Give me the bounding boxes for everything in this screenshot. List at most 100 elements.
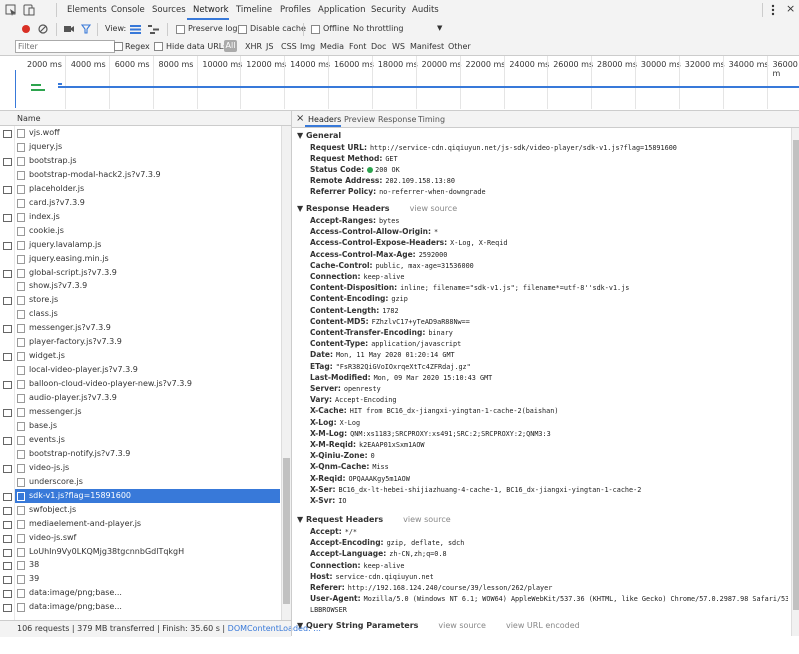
request-row[interactable]: jquery.easing.min.js <box>15 252 280 266</box>
request-row[interactable]: events.js <box>15 433 280 447</box>
offline-checkbox[interactable] <box>311 25 320 34</box>
overview-icon[interactable] <box>148 25 159 34</box>
request-row[interactable]: jquery.lavalamp.js <box>15 238 280 252</box>
view-source-link[interactable]: view source <box>438 621 486 630</box>
tab-elements[interactable]: Elements <box>67 5 107 15</box>
name-column-header[interactable]: Name <box>17 114 41 123</box>
request-row[interactable]: 38 <box>15 558 280 572</box>
request-row[interactable]: cookie.js <box>15 224 280 238</box>
request-row[interactable]: video-js.js <box>15 461 280 475</box>
request-row[interactable]: swfobject.js <box>15 503 280 517</box>
request-row[interactable]: jquery.js <box>15 140 280 154</box>
request-row[interactable]: LoUhIn9Vy0LKQMjg38tgcnnbGdlTqkgH <box>15 545 280 559</box>
request-row[interactable]: messenger.js?v7.3.9 <box>15 321 280 335</box>
request-row[interactable]: player-factory.js?v7.3.9 <box>15 335 280 349</box>
view-source-link[interactable]: view source <box>410 204 458 213</box>
request-headers-section-header[interactable]: ▼ Request Headers view source <box>297 515 451 524</box>
request-row[interactable]: local-video-player.js?v7.3.9 <box>15 363 280 377</box>
tab-profiles[interactable]: Profiles <box>280 5 311 15</box>
tab-timing[interactable]: Timing <box>418 115 445 124</box>
filter-icon[interactable] <box>81 24 91 34</box>
tab-console[interactable]: Console <box>111 5 145 15</box>
scrollbar-thumb[interactable] <box>793 140 799 610</box>
request-row[interactable]: vjs.woff <box>15 126 280 140</box>
type-filter-js[interactable]: JS <box>266 42 273 51</box>
tab-headers[interactable]: Headers <box>308 115 341 124</box>
tab-timeline[interactable]: Timeline <box>236 5 272 15</box>
view-source-link[interactable]: view source <box>403 515 451 524</box>
tab-audits[interactable]: Audits <box>412 5 439 15</box>
filter-input[interactable] <box>15 40 115 53</box>
throttling-select[interactable]: No throttling <box>353 24 404 33</box>
large-rows-icon[interactable] <box>130 25 141 34</box>
general-section-header[interactable]: ▼ General <box>297 131 341 140</box>
type-filter-ws[interactable]: WS <box>392 42 405 51</box>
tab-application[interactable]: Application <box>318 5 366 15</box>
response-headers-section-header[interactable]: ▼ Response Headers view source <box>297 204 457 213</box>
tab-network[interactable]: Network <box>193 5 229 15</box>
query-string-section-header[interactable]: ▼ Query String Parameters view source view… <box>297 621 580 630</box>
clear-icon[interactable] <box>38 24 48 34</box>
type-filter-img[interactable]: Img <box>300 42 315 51</box>
kebab-icon[interactable] <box>770 4 776 16</box>
scrollbar-thumb[interactable] <box>283 458 290 604</box>
tab-response[interactable]: Response <box>378 115 416 124</box>
gutter-marker <box>3 241 12 250</box>
request-row[interactable]: index.js <box>15 210 280 224</box>
timeline-tick-label: 36000 m <box>772 60 798 78</box>
type-filter-manifest[interactable]: Manifest <box>410 42 444 51</box>
type-filter-xhr[interactable]: XHR <box>245 42 262 51</box>
gutter-marker <box>3 590 12 599</box>
hide-data-urls-checkbox[interactable] <box>154 42 163 51</box>
regex-checkbox[interactable] <box>114 42 123 51</box>
request-row[interactable]: mediaelement-and-player.js <box>15 517 280 531</box>
request-row[interactable]: base.js <box>15 419 280 433</box>
request-row[interactable]: store.js <box>15 293 280 307</box>
request-row[interactable]: audio-player.js?v7.3.9 <box>15 391 280 405</box>
type-filter-doc[interactable]: Doc <box>371 42 386 51</box>
request-row[interactable]: sdk-v1.js?flag=15891600 <box>15 488 280 503</box>
request-row[interactable]: data:image/png;base... <box>15 586 280 600</box>
request-row[interactable]: card.js?v7.3.9 <box>15 196 280 210</box>
disable-cache-checkbox[interactable] <box>238 25 247 34</box>
type-filter-font[interactable]: Font <box>349 42 366 51</box>
request-list-scrollbar[interactable] <box>281 126 291 620</box>
header-row: Referer: http://192.168.124.240/course/39… <box>310 583 552 592</box>
timeline-overview[interactable]: 2000 ms 4000 ms 6000 ms 8000 ms 10000 ms 1200… <box>0 56 799 111</box>
record-icon[interactable] <box>21 24 31 34</box>
type-filter-media[interactable]: Media <box>320 42 344 51</box>
active-detail-tab-indicator <box>305 125 341 127</box>
preserve-log-checkbox[interactable] <box>176 25 185 34</box>
type-filter-all[interactable]: All <box>224 40 237 52</box>
request-row[interactable]: bootstrap-notify.js?v7.3.9 <box>15 447 280 461</box>
request-row[interactable]: underscore.js <box>15 475 280 489</box>
request-row[interactable]: class.js <box>15 307 280 321</box>
timeline-tick-label: 4000 ms <box>70 60 106 69</box>
request-row[interactable]: bootstrap.js <box>15 154 280 168</box>
tab-security[interactable]: Security <box>371 5 406 15</box>
chevron-down-icon[interactable]: ▼ <box>437 24 442 32</box>
mobile-icon[interactable] <box>23 4 35 16</box>
close-icon[interactable]: × <box>296 113 304 124</box>
cursor-in-box-icon[interactable] <box>5 4 17 16</box>
request-row[interactable]: data:image/png;base... <box>15 600 280 614</box>
request-row[interactable]: 39 <box>15 572 280 586</box>
view-url-encoded-link[interactable]: view URL encoded <box>506 621 580 630</box>
request-row[interactable]: video-js.swf <box>15 531 280 545</box>
headers-scrollbar[interactable] <box>791 128 799 636</box>
tab-sources[interactable]: Sources <box>152 5 186 15</box>
request-row[interactable]: bootstrap-modal-hack2.js?v7.3.9 <box>15 168 280 182</box>
request-row[interactable]: show.js?v7.3.9 <box>15 279 280 293</box>
type-filter-css[interactable]: CSS <box>281 42 297 51</box>
request-row[interactable]: global-script.js?v7.3.9 <box>15 266 280 280</box>
close-icon[interactable]: × <box>786 2 795 15</box>
request-row[interactable]: balloon-cloud-video-player-new.js?v7.3.9 <box>15 377 280 391</box>
tab-preview[interactable]: Preview <box>344 115 375 124</box>
request-name: card.js?v7.3.9 <box>29 197 85 207</box>
type-filter-other[interactable]: Other <box>448 42 471 51</box>
request-row[interactable]: messenger.js <box>15 405 280 419</box>
request-row[interactable]: widget.js <box>15 349 280 363</box>
request-row[interactable]: placeholder.js <box>15 182 280 196</box>
camera-icon[interactable] <box>63 24 75 34</box>
gutter-marker <box>3 506 12 515</box>
